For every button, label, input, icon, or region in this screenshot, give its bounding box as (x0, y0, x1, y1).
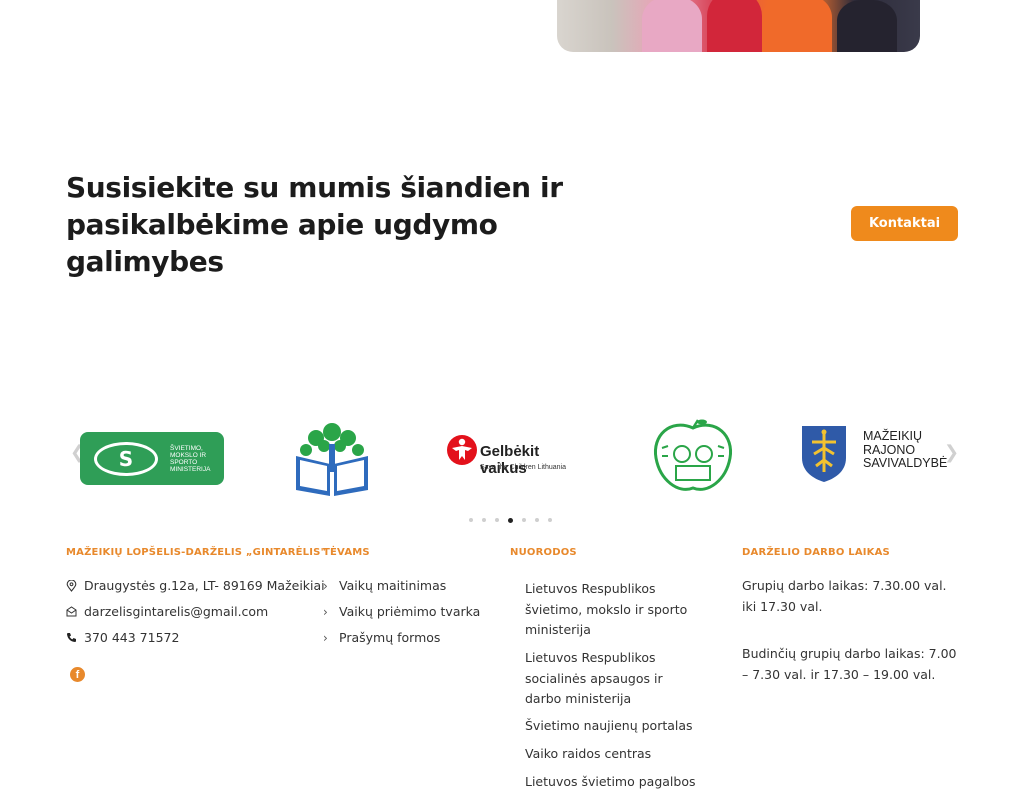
save-children-icon (447, 435, 477, 465)
partner-logo-sveika-mokykla[interactable] (650, 418, 736, 494)
footer-links-title: NUORODOS (510, 547, 577, 558)
phone-text[interactable]: 370 443 71572 (84, 630, 179, 645)
gelbekit-name: Gelbėkit vaikus (480, 443, 540, 477)
parents-link-label: Vaikų priėmimo tvarka (339, 604, 481, 619)
hero-photo (557, 0, 920, 52)
healthy-school-apple-icon (653, 419, 733, 491)
link-child-development[interactable]: Vaiko raidos centras (525, 744, 725, 765)
partner-logo-savivaldybe[interactable]: MAŽEIKIŲ RAJONO SAVIVALDYBĖ (800, 424, 950, 484)
parents-link-nutrition[interactable]: › Vaikų maitinimas (323, 578, 446, 593)
phone-icon (67, 633, 76, 642)
carousel-dot[interactable] (548, 518, 552, 522)
gelbekit-subtitle: Save the Children Lithuania (480, 464, 567, 471)
link-ministry-education[interactable]: Lietuvos Respublikos švietimo, mokslo ir… (525, 579, 695, 641)
parents-link-label: Vaikų maitinimas (339, 578, 447, 593)
ministry-emblem-icon: S (94, 441, 158, 476)
footer-email[interactable]: darzelisgintarelis@gmail.com (66, 604, 268, 619)
parents-link-admission[interactable]: › Vaikų priėmimo tvarka (323, 604, 480, 619)
carousel-dot[interactable] (482, 518, 486, 522)
carousel-dot[interactable] (535, 518, 539, 522)
ministry-logo-text: ŠVIETIMO, MOKSLO IR SPORTO MINISTERIJA (170, 444, 211, 473)
contacts-button[interactable]: Kontaktai (851, 206, 958, 241)
link-education-news[interactable]: Švietimo naujienų portalas (525, 716, 725, 737)
link-ministry-social[interactable]: Lietuvos Respublikos socialinės apsaugos… (525, 648, 700, 710)
duty-groups-hours-text: Budinčių grupių darbo laikas: 7.00 – 7.3… (742, 646, 957, 682)
partner-logo-eco-schools[interactable] (294, 418, 370, 498)
facebook-icon[interactable]: f (70, 667, 85, 682)
chevron-right-icon: › (323, 604, 328, 619)
carousel-dot[interactable] (469, 518, 473, 522)
location-pin-icon (66, 579, 77, 592)
address-text: Draugystės g.12a, LT- 89169 Mažeikiai (84, 578, 325, 593)
municipality-coat-of-arms-icon (802, 426, 846, 482)
footer-parents-title: TĖVAMS (323, 547, 370, 558)
footer-school-title: MAŽEIKIŲ LOPŠELIS-DARŽELIS „GINTARĖLIS" (66, 547, 326, 558)
footer-address: Draugystės g.12a, LT- 89169 Mažeikiai (66, 578, 325, 593)
chevron-right-icon: › (323, 578, 328, 593)
parents-link-forms[interactable]: › Prašymų formos (323, 630, 440, 645)
carousel-dots (469, 517, 552, 523)
groups-hours-text: Grupių darbo laikas: 7.30.00 val. iki 17… (742, 578, 947, 614)
link-education-support[interactable]: Lietuvos švietimo pagalbos (525, 772, 725, 793)
eco-tree-book-icon (296, 423, 368, 496)
partner-logo-ministry[interactable]: S ŠVIETIMO, MOKSLO IR SPORTO MINISTERIJA (80, 432, 224, 485)
carousel-dot-active[interactable] (508, 517, 513, 523)
parents-link-label: Prašymų formos (339, 630, 441, 645)
carousel-dot[interactable] (495, 518, 499, 522)
envelope-icon (66, 606, 77, 617)
carousel-dot[interactable] (522, 518, 526, 522)
email-text[interactable]: darzelisgintarelis@gmail.com (84, 604, 268, 619)
savivaldybe-text: MAŽEIKIŲ RAJONO SAVIVALDYBĖ (863, 429, 948, 470)
chevron-right-icon: › (323, 630, 328, 645)
partner-logo-gelbekit-vaikus[interactable]: Gelbėkit vaikus Save the Children Lithua… (446, 434, 586, 477)
cta-heading: Susisiekite su mumis šiandien ir pasikal… (66, 171, 563, 278)
footer-phone[interactable]: 370 443 71572 (66, 630, 179, 645)
footer-hours-title: DARŽELIO DARBO LAIKAS (742, 547, 890, 558)
